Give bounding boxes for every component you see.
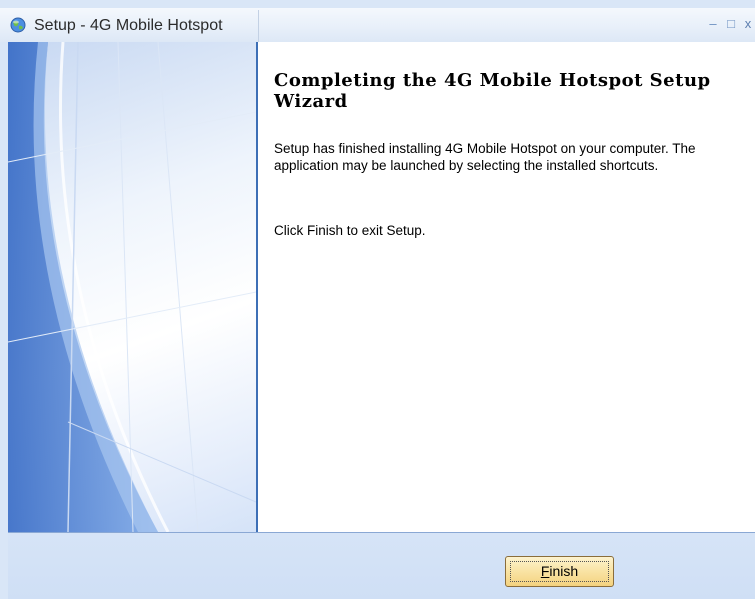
window-title: Setup - 4G Mobile Hotspot	[34, 17, 223, 34]
close-icon[interactable]: x	[740, 16, 755, 32]
title-bar[interactable]: Setup - 4G Mobile Hotspot – □ x	[0, 8, 755, 42]
title-separator	[258, 10, 259, 42]
setup-globe-icon	[10, 17, 26, 33]
finish-message: Setup has finished installing 4G Mobile …	[274, 141, 696, 173]
wizard-content-panel: Completing the 4G Mobile Hotspot Setup W…	[256, 42, 755, 532]
finish-label-rest: inish	[549, 563, 579, 579]
page-title: Completing the 4G Mobile Hotspot Setup W…	[274, 70, 711, 112]
setup-wizard-window: Setup - 4G Mobile Hotspot – □ x Completi…	[0, 0, 755, 599]
wizard-footer	[8, 533, 755, 599]
finish-button[interactable]: Finish	[505, 556, 614, 587]
wizard-side-banner	[8, 42, 256, 532]
maximize-icon[interactable]: □	[723, 16, 739, 32]
exit-instruction: Click Finish to exit Setup.	[274, 223, 426, 238]
minimize-icon[interactable]: –	[705, 16, 721, 32]
